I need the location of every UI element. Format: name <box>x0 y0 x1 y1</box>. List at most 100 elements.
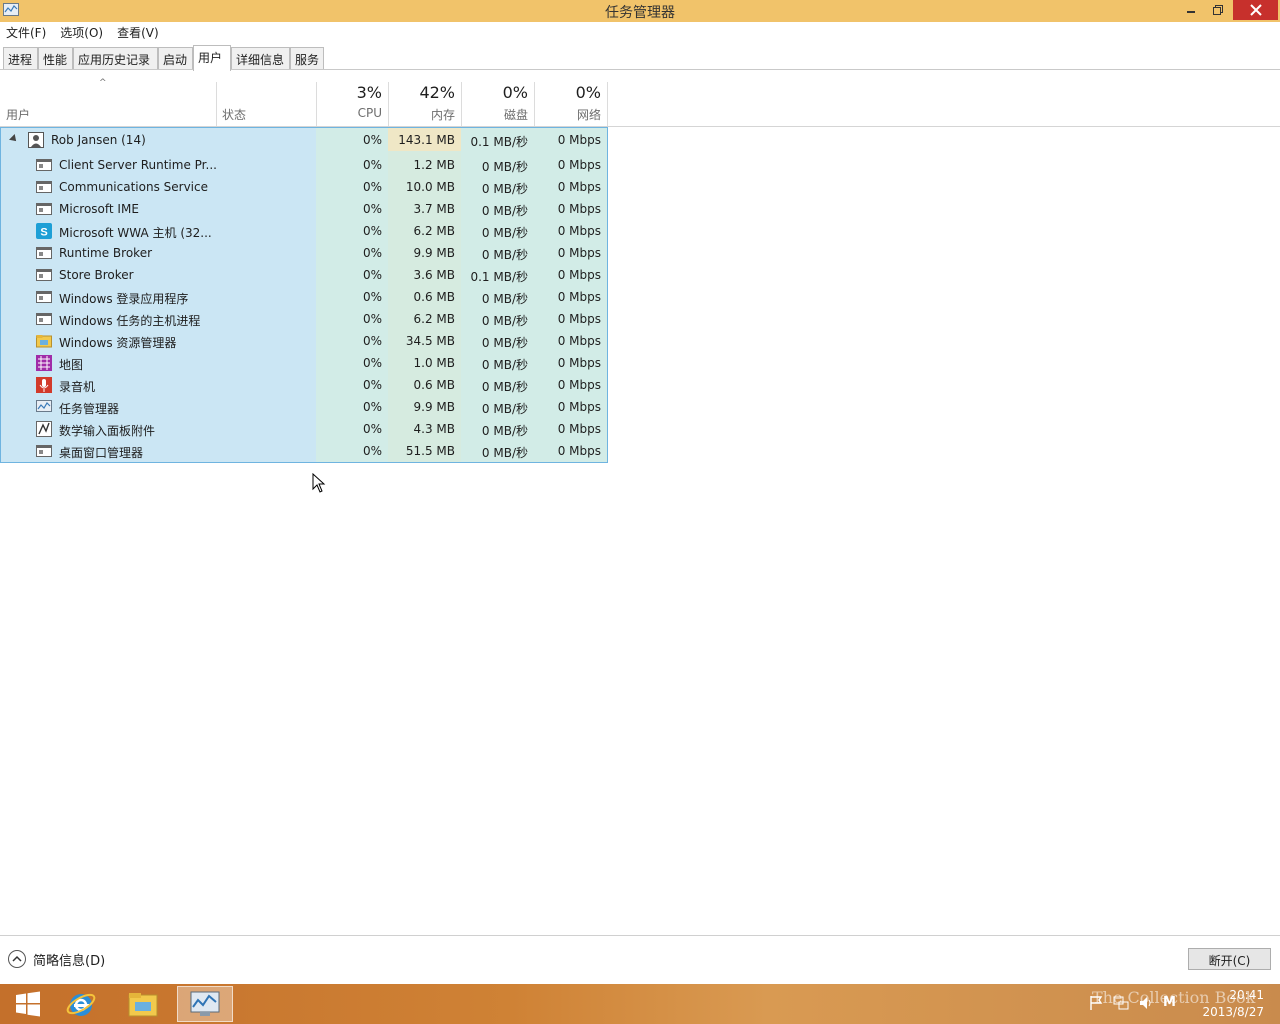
folder-icon <box>128 993 158 1017</box>
tab-services[interactable]: 服务 <box>290 47 324 69</box>
memory-label: 内存 <box>430 108 455 122</box>
column-user-label: 用户 <box>6 108 31 122</box>
taskbar-internet-explorer[interactable] <box>53 986 109 1022</box>
process-memory: 1.0 MB <box>413 356 455 370</box>
process-name: 录音机 <box>59 380 96 394</box>
process-memory: 51.5 MB <box>405 444 455 458</box>
clock-date: 2013/8/27 <box>1202 1005 1264 1019</box>
process-network: 0 Mbps <box>557 202 601 216</box>
menu-file[interactable]: 文件(F) <box>6 24 46 41</box>
process-row[interactable]: Store Broker 0% 3.6 MB 0.1 MB/秒 0 Mbps <box>0 264 608 286</box>
fewer-details-label: 简略信息(D) <box>33 953 106 969</box>
process-row[interactable]: Communications Service 0% 10.0 MB 0 MB/秒 0 M… <box>0 176 608 198</box>
volume-icon[interactable] <box>1138 995 1154 1011</box>
process-disk: 0 MB/秒 <box>481 204 528 218</box>
column-divider[interactable] <box>607 82 608 126</box>
process-name: 桌面窗口管理器 <box>59 446 144 460</box>
process-row[interactable]: Windows 资源管理器 0% 34.5 MB 0 MB/秒 0 Mbps <box>0 330 608 352</box>
column-memory[interactable]: 42% 内存 <box>388 82 461 126</box>
title-bar[interactable]: 任务管理器 <box>0 0 1280 22</box>
process-memory: 6.2 MB <box>413 312 455 326</box>
process-row[interactable]: S Microsoft WWA 主机 (32... 0% 6.2 MB 0 MB/秒 0 … <box>0 220 608 242</box>
process-row[interactable]: 桌面窗口管理器 0% 51.5 MB 0 MB/秒 0 Mbps <box>0 440 608 462</box>
close-button[interactable] <box>1233 0 1278 20</box>
process-row[interactable]: 地图 0% 1.0 MB 0 MB/秒 0 Mbps <box>0 352 608 374</box>
window-title: 任务管理器 <box>605 5 675 21</box>
user-row[interactable]: Rob Jansen (14) 0% 143.1 MB 0.1 MB/秒 0 M… <box>0 129 608 151</box>
action-center-flag-icon[interactable] <box>1088 995 1104 1011</box>
maps-icon <box>36 355 52 371</box>
process-name: Store Broker <box>59 268 134 282</box>
cpu-label: CPU <box>357 106 382 120</box>
window-icon <box>36 247 52 259</box>
start-button[interactable] <box>0 986 56 1022</box>
process-network: 0 Mbps <box>557 158 601 172</box>
process-memory: 4.3 MB <box>413 422 455 436</box>
cpu-total: 3% <box>356 83 382 102</box>
column-header: ^ 用户 状态 3% CPU 42% 内存 0% 磁盘 0% 网络 <box>0 72 1280 127</box>
restore-button[interactable] <box>1207 0 1229 20</box>
process-memory: 6.2 MB <box>413 224 455 238</box>
column-disk[interactable]: 0% 磁盘 <box>461 82 534 126</box>
menu-options[interactable]: 选项(O) <box>60 24 103 41</box>
taskbar-file-explorer[interactable] <box>115 986 171 1022</box>
memory-total: 42% <box>419 83 455 102</box>
windows-logo-icon <box>16 991 40 1017</box>
fewer-details-button[interactable]: 简略信息(D) <box>8 949 105 969</box>
process-cpu: 0% <box>362 224 382 238</box>
process-name: Microsoft WWA 主机 (32... <box>59 226 212 240</box>
process-memory: 10.0 MB <box>405 180 455 194</box>
process-row[interactable]: Windows 任务的主机进程 0% 6.2 MB 0 MB/秒 0 Mbps <box>0 308 608 330</box>
process-memory: 0.6 MB <box>413 378 455 392</box>
process-row[interactable]: Windows 登录应用程序 0% 0.6 MB 0 MB/秒 0 Mbps <box>0 286 608 308</box>
tab-startup[interactable]: 启动 <box>158 47 193 69</box>
process-row[interactable]: 录音机 0% 0.6 MB 0 MB/秒 0 Mbps <box>0 374 608 396</box>
input-method-indicator[interactable]: M <box>1163 995 1179 1011</box>
process-row[interactable]: Runtime Broker 0% 9.9 MB 0 MB/秒 0 Mbps <box>0 242 608 264</box>
process-network: 0 Mbps <box>557 180 601 194</box>
process-network: 0 Mbps <box>557 444 601 458</box>
column-cpu[interactable]: 3% CPU <box>316 82 388 126</box>
tab-processes[interactable]: 进程 <box>3 47 38 69</box>
process-disk: 0 MB/秒 <box>481 160 528 174</box>
chevron-up-icon <box>8 950 26 968</box>
process-row[interactable]: 任务管理器 0% 9.9 MB 0 MB/秒 0 Mbps <box>0 396 608 418</box>
window-icon <box>36 269 52 281</box>
window-icon <box>36 203 52 215</box>
tab-performance[interactable]: 性能 <box>38 47 73 69</box>
column-user[interactable]: 用户 <box>0 82 216 126</box>
network-label: 网络 <box>576 108 601 122</box>
process-row[interactable]: Client Server Runtime Pr... 0% 1.2 MB 0 MB/… <box>0 154 608 176</box>
process-name: Client Server Runtime Pr... <box>59 158 217 172</box>
tab-details[interactable]: 详细信息 <box>231 47 290 69</box>
taskbar-clock[interactable]: 20:41 2013/8/27 <box>1202 987 1264 1021</box>
internet-explorer-icon <box>66 993 96 1016</box>
minimize-button[interactable] <box>1180 0 1202 20</box>
process-name: Windows 登录应用程序 <box>59 292 189 306</box>
process-row[interactable]: 数学输入面板附件 0% 4.3 MB 0 MB/秒 0 Mbps <box>0 418 608 440</box>
process-network: 0 Mbps <box>557 290 601 304</box>
process-cpu: 0% <box>362 378 382 392</box>
process-disk: 0 MB/秒 <box>481 182 528 196</box>
menu-view[interactable]: 查看(V) <box>117 24 159 41</box>
taskbar: The Collection Book M 20:41 2013/8/27 <box>0 984 1280 1024</box>
process-cpu: 0% <box>362 158 382 172</box>
network-icon[interactable] <box>1113 995 1129 1011</box>
process-disk: 0 MB/秒 <box>481 402 528 416</box>
user-name: Rob Jansen (14) <box>51 133 146 147</box>
math-input-icon <box>36 421 52 437</box>
process-network: 0 Mbps <box>557 400 601 414</box>
taskbar-task-manager[interactable] <box>177 986 233 1022</box>
process-row[interactable]: Microsoft IME 0% 3.7 MB 0 MB/秒 0 Mbps <box>0 198 608 220</box>
column-status[interactable]: 状态 <box>216 82 316 126</box>
window-icon <box>36 291 52 303</box>
process-cpu: 0% <box>362 246 382 260</box>
tab-app-history[interactable]: 应用历史记录 <box>73 47 158 69</box>
user-network: 0 Mbps <box>557 133 601 147</box>
tab-users[interactable]: 用户 <box>193 45 231 71</box>
collapse-arrow-icon[interactable] <box>9 134 19 144</box>
disk-label: 磁盘 <box>503 108 528 122</box>
task-manager-icon <box>36 400 52 412</box>
column-network[interactable]: 0% 网络 <box>534 82 607 126</box>
disconnect-button[interactable]: 断开(C) <box>1188 948 1271 970</box>
